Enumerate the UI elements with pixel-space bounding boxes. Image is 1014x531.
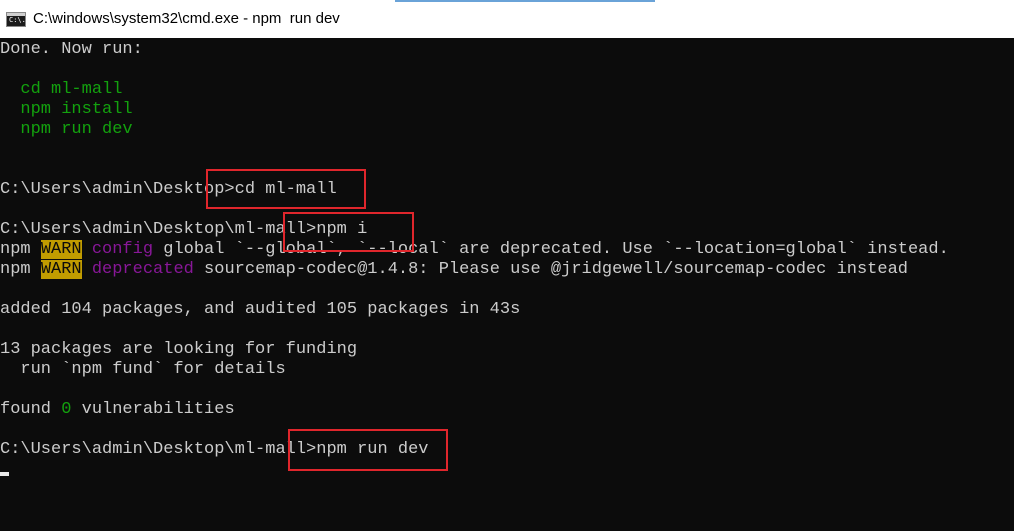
warn-badge: WARN [40, 260, 82, 279]
warn-badge: WARN [40, 240, 82, 259]
title-bar[interactable]: C:\. C:\windows\system32\cmd.exe - npm r… [0, 0, 1014, 38]
prompt: C:\Users\admin\Desktop\ml-mall> [0, 440, 317, 459]
text-cursor [0, 472, 9, 476]
warn-line: npm WARN config global `--global`, `--lo… [0, 240, 949, 259]
console-line: npm run dev [0, 120, 133, 139]
warn-tag: deprecated [91, 260, 194, 279]
warn-line: npm WARN deprecated sourcemap-codec@1.4.… [0, 260, 908, 279]
prompt: C:\Users\admin\Desktop> [0, 180, 235, 199]
prompt: C:\Users\admin\Desktop\ml-mall> [0, 220, 317, 239]
console-line: cd ml-mall [0, 80, 123, 99]
console-line: found 0 vulnerabilities [0, 400, 235, 419]
console-line: added 104 packages, and audited 105 pack… [0, 300, 521, 319]
console-line: npm install [0, 100, 133, 119]
warn-tag: config [91, 240, 154, 259]
highlight-box-cd [206, 169, 366, 209]
console-line: run `npm fund` for details [0, 360, 286, 379]
highlight-box-npm-i [283, 212, 414, 252]
title-bar-accent [395, 0, 655, 2]
console-output[interactable]: Done. Now run: cd ml-mall npm install np… [0, 40, 1014, 531]
console-line: Done. Now run: [0, 40, 143, 59]
highlight-box-npm-run-dev [288, 429, 448, 471]
window-title: C:\windows\system32\cmd.exe - npm run de… [33, 10, 340, 27]
cmd-icon: C:\. [6, 12, 26, 27]
console-line: 13 packages are looking for funding [0, 340, 358, 359]
vulnerability-count: 0 [61, 400, 72, 419]
